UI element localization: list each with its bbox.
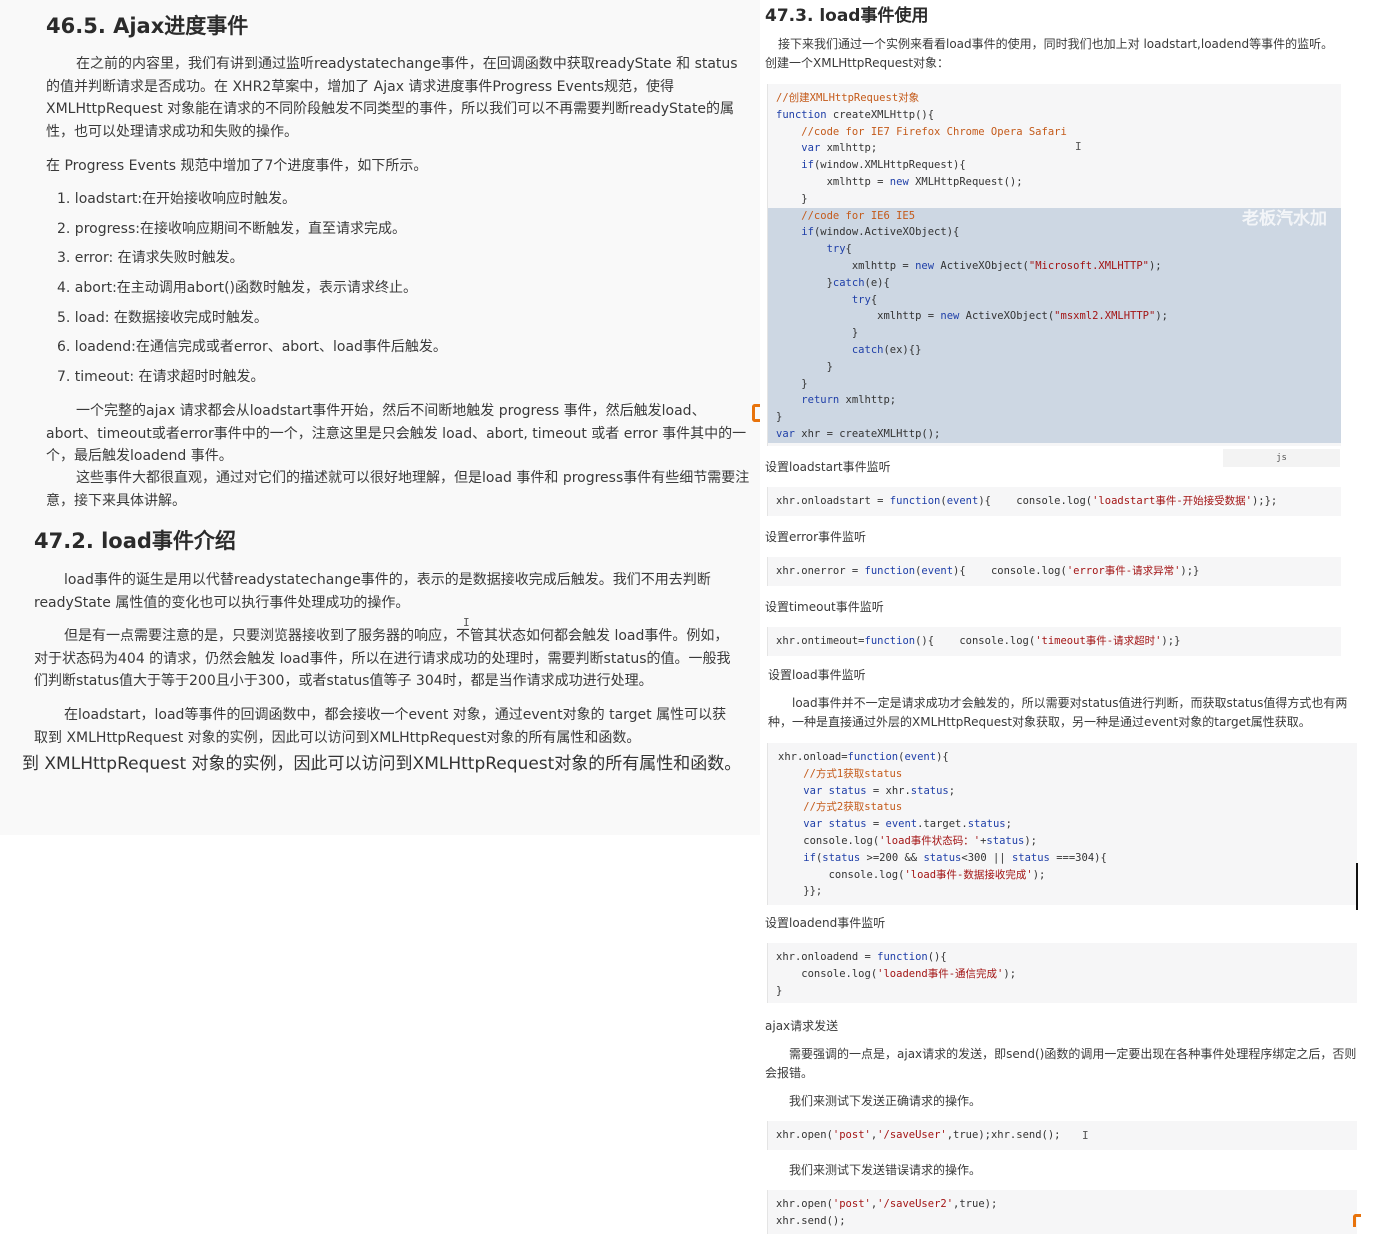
paragraph: 一个完整的ajax 请求都会从loadstart事件开始，然后不间断地触发 pr… — [46, 403, 747, 464]
code-line: console.log('load事件状态码：'+status); — [778, 834, 1038, 847]
code-block-load: xhr.onload=function(event){ //方式1获取statu… — [767, 743, 1357, 905]
code-line: var xmlhttp; — [801, 142, 878, 155]
code-line: if(window.XMLHttpRequest){ — [801, 159, 966, 172]
code-line: //方式1获取status — [778, 767, 903, 780]
code-line: }catch(e){ — [768, 274, 1341, 292]
paragraph: 在loadstart，load等事件的回调函数中，都会接收一个event 对象，… — [34, 707, 727, 746]
text-cursor-icon: I — [463, 616, 470, 629]
code-line: try{ — [768, 291, 1341, 309]
progress-events-list: 1. loadstart:在开始接收响应时触发。 2. progress:在接收… — [57, 188, 447, 396]
code-line: catch(ex){} — [768, 341, 1341, 359]
code-line: console.log('load事件-数据接收完成'); — [778, 868, 1046, 881]
paragraph: 在 Progress Events 规范中增加了7个进度事件，如下所示。 — [46, 158, 428, 174]
label-load: 设置load事件监听 — [768, 668, 866, 682]
code-line: xhr.ontimeout=function(){ console.log('t… — [776, 635, 1181, 647]
code-line: xhr.send(); — [776, 1214, 846, 1227]
list-item: 7. timeout: 在请求超时时触发。 — [57, 369, 265, 386]
language-tag: js — [1223, 449, 1340, 467]
right-page: 47.3. load事件使用 接下来我们通过一个实例来看看load事件的使用，同… — [760, 0, 1375, 1234]
code-block-loadend: xhr.onloadend = function(){ console.log(… — [767, 943, 1357, 1003]
list-item: 3. error: 在请求失败时触发。 — [57, 250, 244, 267]
code-line: xhr.open('post','/saveUser2',true); — [776, 1198, 998, 1210]
text-cursor-icon: I — [1082, 1129, 1089, 1142]
code-line: xhr.onload=function(event){ — [778, 751, 949, 763]
orange-marker-icon — [1353, 1214, 1361, 1227]
code-line: console.log('loadend事件-通信完成'); — [776, 967, 1017, 980]
orange-marker-icon — [752, 404, 760, 422]
code-line: } — [768, 375, 1341, 393]
list-item: 1. loadstart:在开始接收响应时触发。 — [57, 191, 297, 207]
label-loadend: 设置loadend事件监听 — [765, 916, 886, 930]
code-line: }}; — [778, 885, 823, 898]
list-item: 2. progress:在接收响应期间不断触发，直至请求完成。 — [57, 220, 406, 237]
list-item: 6. loadend:在通信完成或者error、abort、load事件后触发。 — [57, 339, 447, 356]
code-line: xmlhttp = new ActiveXObject("msxml2.XMLH… — [768, 308, 1341, 326]
label-timeout: 设置timeout事件监听 — [765, 600, 884, 614]
code-block-loadstart: xhr.onloadstart = function(event){ conso… — [767, 487, 1341, 516]
code-line: //code for IE7 Firefox Chrome Opera Safa… — [776, 125, 1067, 138]
code-line: } — [768, 409, 1341, 426]
code-block-error: xhr.onerror = function(event){ console.l… — [767, 557, 1341, 586]
code-line: var status = xhr.status; — [803, 784, 956, 797]
code-line: xmlhttp = new XMLHttpRequest(); — [776, 175, 1023, 188]
code-line: } — [768, 325, 1341, 342]
code-line: xhr.onloadend = function(){ — [776, 951, 947, 963]
code-line: function createXMLHttp(){ — [776, 108, 935, 121]
paragraph: 接下来我们通过一个实例来看看load事件的使用，同时我们也加上对 loadsta… — [778, 37, 1334, 51]
paragraph: 需要强调的一点是，ajax请求的发送，即send()函数的调用一定要出现在各种事… — [765, 1047, 1357, 1080]
code-line: xhr.open('post','/saveUser',true);xhr.se… — [776, 1129, 1061, 1141]
paragraph: 我们来测试下发送错误请求的操作。 — [789, 1163, 982, 1177]
text-cursor-icon: I — [1075, 140, 1082, 153]
code-line: var status = event.target.status; — [803, 818, 1012, 831]
code-block-send-err: xhr.open('post','/saveUser2',true); xhr.s… — [767, 1190, 1357, 1234]
paragraph: 我们来测试下发送正确请求的操作。 — [789, 1094, 982, 1108]
list-item: 4. abort:在主动调用abort()函数时触发，表示请求终止。 — [57, 280, 417, 297]
code-line: return xmlhttp; — [768, 392, 1341, 410]
code-line: //创建XMLHttpRequest对象 — [776, 92, 920, 104]
code-block-send-ok: xhr.open('post','/saveUser',true);xhr.se… — [767, 1121, 1357, 1150]
code-line: var xhr = createXMLHttp(); — [768, 425, 1341, 443]
label-send: ajax请求发送 — [765, 1019, 839, 1033]
code-line: try{ — [768, 241, 1341, 258]
label-loadstart: 设置loadstart事件监听 — [765, 460, 891, 474]
left-page: 46.5. Ajax进度事件 在之前的内容里，我们有讲到通过监听readysta… — [0, 0, 760, 835]
label-error: 设置error事件监听 — [765, 530, 867, 544]
zoomed-text-fragment: 到 XMLHttpRequest 对象的实例，因此可以访问到XMLHttpReq… — [22, 754, 742, 774]
section-title-load-usage: 47.3. load事件使用 — [765, 6, 929, 26]
code-block-timeout: xhr.ontimeout=function(){ console.log('t… — [767, 627, 1341, 656]
code-line: } — [768, 358, 1341, 376]
code-line: xmlhttp = new ActiveXObject("Microsoft.X… — [768, 257, 1341, 275]
paragraph: load事件并不一定是请求成功才会触发的，所以需要对status值进行判断，而获… — [768, 696, 1348, 729]
paragraph: 这些事件大都很直观，通过对它们的描述就可以很好地理解，但是load 事件和 pr… — [46, 470, 750, 509]
vertical-bar — [1356, 863, 1358, 910]
paragraph: 创建一个XMLHttpRequest对象： — [765, 56, 950, 70]
paragraph: 在之前的内容里，我们有讲到通过监听readystatechange事件，在回调函… — [46, 56, 738, 140]
list-item: 5. load: 在数据接收完成时触发。 — [57, 309, 268, 326]
section-title-ajax-progress: 46.5. Ajax进度事件 — [46, 14, 249, 38]
paragraph: load事件的诞生是用以代替readystatechange事件的，表示的是数据… — [34, 572, 711, 611]
code-line: if(status >=200 && status<300 || status … — [803, 851, 1107, 864]
paragraph: 但是有一点需要注意的是，只要浏览器接收到了服务器的响应，不管其状态如何都会触发 … — [34, 628, 731, 689]
code-line: } — [776, 984, 783, 997]
code-line: xhr.onerror = function(event){ console.l… — [776, 565, 1200, 577]
code-line: //方式2获取status — [778, 801, 903, 814]
watermark: 老板汽水加 — [1242, 209, 1327, 229]
code-line: xhr.onloadstart = function(event){ conso… — [776, 495, 1278, 507]
section-title-load-intro: 47.2. load事件介绍 — [34, 529, 236, 553]
code-block-create-xhr: //创建XMLHttpRequest对象 function createXMLHt… — [767, 84, 1341, 446]
